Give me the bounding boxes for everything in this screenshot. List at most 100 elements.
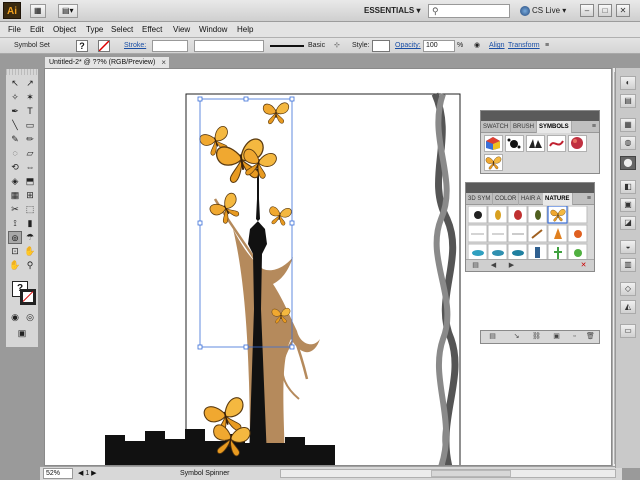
magic-wand-tool-icon[interactable]: ✧ <box>8 91 22 104</box>
menu-type[interactable]: Type <box>86 24 103 36</box>
layers-panel-icon[interactable]: ◇ <box>620 282 636 296</box>
appearance-panel-icon[interactable]: ◒ <box>620 240 636 254</box>
transparency-panel-icon[interactable]: ◪ <box>620 216 636 230</box>
nature-symbol-grid[interactable] <box>468 206 592 262</box>
swatches-panel-icon[interactable]: ▦ <box>620 118 636 132</box>
cs-live-button[interactable]: CS Live ▾ <box>520 4 566 18</box>
symbols-panel-icon[interactable]: ⬤ <box>620 156 636 170</box>
transform-link[interactable]: Transform <box>508 41 540 51</box>
close-tab-icon[interactable]: × <box>161 57 166 68</box>
live-paint-tool-icon[interactable]: ⊞ <box>23 189 37 202</box>
panel-title-bar[interactable] <box>481 111 599 121</box>
pencil-tool-icon[interactable]: ✏ <box>23 133 37 146</box>
pen-tool-icon[interactable]: ✒ <box>8 105 22 118</box>
library-menu-icon[interactable]: ▤ <box>470 261 481 270</box>
previous-library-icon[interactable]: ◀ <box>488 261 499 270</box>
hand-tool-icon[interactable]: ✋ <box>8 259 22 272</box>
menu-view[interactable]: View <box>173 24 190 36</box>
tab-3d-symbols[interactable]: 3D SYM <box>466 193 494 205</box>
column-graph-tool-icon[interactable]: ☂ <box>23 231 37 244</box>
rotate-tool-icon[interactable]: ⟲ <box>8 161 22 174</box>
fill-color-swatch[interactable]: ? <box>76 40 88 52</box>
tab-brushes[interactable]: BRUSH <box>511 121 538 133</box>
panel-title-bar[interactable] <box>466 183 594 193</box>
align-panel-icon[interactable]: ▭ <box>620 324 636 338</box>
panel-menu-icon[interactable]: ≡ <box>587 194 591 204</box>
symbol-swatch[interactable] <box>568 135 587 152</box>
symbol-libraries-menu-icon[interactable]: ▤ <box>487 332 498 341</box>
toolbar-grip[interactable] <box>6 69 38 75</box>
direct-selection-tool-icon[interactable]: ↗ <box>23 77 37 90</box>
lasso-tool-icon[interactable]: ✶ <box>23 91 37 104</box>
document-tab[interactable]: Untitled-2* @ ??% (RGB/Preview) × <box>44 56 170 68</box>
graphic-styles-panel-icon[interactable]: ▥ <box>620 258 636 272</box>
variable-width-profile-field[interactable] <box>194 40 264 52</box>
symbol-swatch[interactable] <box>484 135 503 152</box>
close-button[interactable]: ✕ <box>616 4 630 17</box>
horizontal-scroll-thumb[interactable] <box>431 470 511 477</box>
next-library-icon[interactable]: ▶ <box>506 261 517 270</box>
artboard-tool-icon[interactable]: ⊡ <box>8 245 22 258</box>
screen-mode-icon[interactable]: ▣ <box>15 327 29 340</box>
new-symbol-icon[interactable]: ▫ <box>569 332 580 341</box>
zoom-level-field[interactable]: 52% <box>43 468 73 479</box>
arrange-documents-button[interactable]: ▤▾ <box>58 4 78 18</box>
current-tool-status[interactable]: Symbol Spinner <box>180 468 229 479</box>
brushes-panel-icon[interactable]: ◍ <box>620 136 636 150</box>
horizontal-scrollbar[interactable] <box>280 469 616 478</box>
color-mode-icon[interactable]: ◉ <box>8 311 22 324</box>
zoom-tool-icon[interactable]: ⚲ <box>23 259 37 272</box>
stroke-link[interactable]: Stroke: <box>124 41 146 51</box>
selection-handle[interactable] <box>243 344 249 350</box>
menu-window[interactable]: Window <box>199 24 227 36</box>
fill-stroke-control[interactable]: ? <box>12 281 36 305</box>
color-panel-icon[interactable]: ◐ <box>620 76 636 90</box>
selection-handle[interactable] <box>289 344 295 350</box>
rectangle-tool-icon[interactable]: ▭ <box>23 119 37 132</box>
free-transform-tool-icon[interactable]: ⬒ <box>23 175 37 188</box>
draw-mode-icon[interactable]: ◎ <box>23 311 37 324</box>
menu-object[interactable]: Object <box>53 24 76 36</box>
slice-tool-icon[interactable]: ✋ <box>23 245 37 258</box>
selection-handle[interactable] <box>197 96 203 102</box>
opacity-link[interactable]: Opacity: <box>395 41 421 51</box>
menu-edit[interactable]: Edit <box>30 24 44 36</box>
stroke-panel-icon[interactable]: ◧ <box>620 180 636 194</box>
menu-help[interactable]: Help <box>237 24 253 36</box>
help-search-input[interactable]: ⚲ <box>428 4 510 18</box>
shape-builder-tool-icon[interactable]: ▦ <box>8 189 22 202</box>
delete-symbol-icon[interactable]: 🗑 <box>585 332 596 341</box>
symbol-swatch[interactable] <box>547 135 566 152</box>
break-link-icon[interactable]: ⛓ <box>531 332 542 341</box>
blob-brush-tool-icon[interactable]: ◌ <box>8 147 22 160</box>
align-link[interactable]: Align <box>489 41 505 51</box>
opacity-field[interactable]: 100 <box>423 40 455 52</box>
symbol-options-icon[interactable]: ▣ <box>551 332 562 341</box>
menu-effect[interactable]: Effect <box>142 24 162 36</box>
place-symbol-instance-icon[interactable]: ↘ <box>511 332 522 341</box>
brush-definition-label[interactable]: Basic <box>308 41 325 51</box>
symbol-cell[interactable] <box>567 206 588 224</box>
mesh-tool-icon[interactable]: ⬚ <box>23 203 37 216</box>
selection-handle[interactable] <box>197 220 203 226</box>
maximize-button[interactable]: □ <box>598 4 612 17</box>
stroke-color-swatch[interactable] <box>98 40 110 52</box>
selection-handle[interactable] <box>243 96 249 102</box>
control-panel-menu-icon[interactable]: ≡ <box>545 41 549 51</box>
artboards-panel-icon[interactable]: ◭ <box>620 300 636 314</box>
eyedropper-tool-icon[interactable]: ▮ <box>23 217 37 230</box>
stroke-swatch[interactable] <box>20 289 36 305</box>
scale-tool-icon[interactable]: ⇔ <box>23 161 37 174</box>
graphic-style-picker[interactable] <box>372 40 390 52</box>
symbol-swatch-butterfly[interactable] <box>484 154 503 171</box>
panel-menu-icon[interactable]: ≡ <box>592 122 596 132</box>
eraser-tool-icon[interactable]: ▱ <box>23 147 37 160</box>
bridge-button[interactable]: ▦ <box>30 4 46 18</box>
minimize-button[interactable]: – <box>580 4 594 17</box>
paintbrush-tool-icon[interactable]: ✎ <box>8 133 22 146</box>
line-segment-tool-icon[interactable]: ╲ <box>8 119 22 132</box>
tab-swatches[interactable]: SWATCH <box>481 121 512 133</box>
selection-handle[interactable] <box>197 344 203 350</box>
tab-hair-symbols[interactable]: HAIR A <box>519 193 544 205</box>
selection-handle[interactable] <box>289 220 295 226</box>
